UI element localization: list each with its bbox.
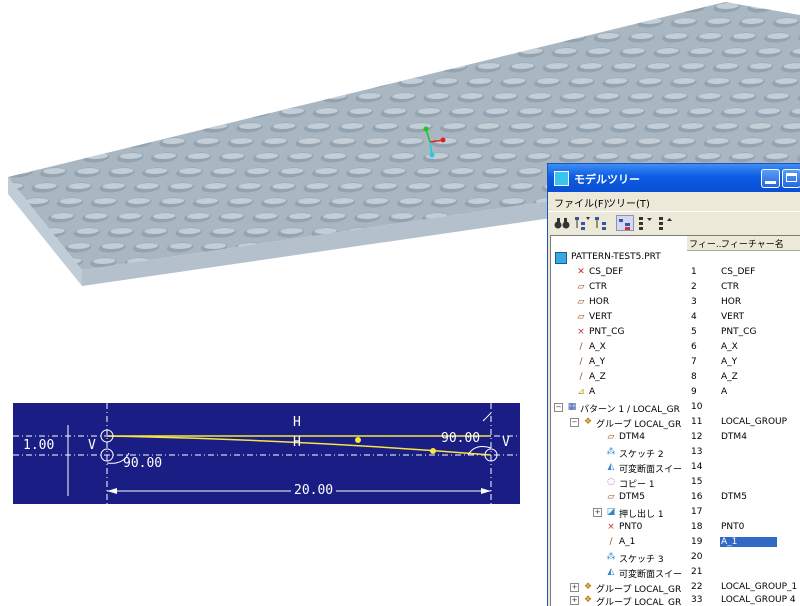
sketch-v-left: V bbox=[88, 438, 96, 453]
tree-row-dtm4[interactable]: ▱ DTM4 12 DTM4 bbox=[551, 430, 800, 445]
sketch-angle-left[interactable]: 90.00 bbox=[123, 457, 162, 471]
sketch-dim-length[interactable]: 20.00 bbox=[291, 484, 337, 498]
sketch-panel[interactable]: 1.00 V 90.00 H H 90.00 V 20.00 bbox=[13, 403, 520, 504]
sketch-icon: ⁂ bbox=[606, 552, 616, 562]
expand-icon[interactable]: + bbox=[570, 583, 579, 592]
tree-row-group-local-gr-4[interactable]: + ❖ グループ LOCAL_GR 33 LOCAL_GROUP 4 bbox=[551, 593, 800, 606]
datum-axis-icon: / bbox=[579, 357, 583, 367]
window-titlebar[interactable]: モデルツリー bbox=[548, 164, 800, 192]
group-icon: ❖ bbox=[583, 417, 593, 427]
collapse-all-icon[interactable] bbox=[656, 215, 674, 231]
menubar: ファイル(F) ツリー(T) bbox=[548, 192, 800, 211]
extrude-icon: ◪ bbox=[606, 507, 616, 517]
tree-row-var-sweep-2[interactable]: ◭ 可変断面スイー 21 bbox=[551, 565, 800, 580]
tree-column-header: フィー... フィーチャー名 bbox=[687, 236, 800, 251]
minimize-icon bbox=[765, 181, 776, 184]
tree-row-a[interactable]: ⊿ A 9 A bbox=[551, 385, 800, 400]
group-icon: ❖ bbox=[583, 595, 593, 605]
datum-plane-icon: ▱ bbox=[577, 312, 585, 322]
coordinate-system-icon: ✕ bbox=[577, 267, 585, 277]
toolbar bbox=[548, 211, 800, 234]
datum-axis-icon: / bbox=[609, 537, 613, 547]
tree-row-pnt-cg[interactable]: × PNT_CG 5 PNT_CG bbox=[551, 325, 800, 340]
tree-row-dtm5[interactable]: ▱ DTM5 16 DTM5 bbox=[551, 490, 800, 505]
tree-row-sketch-3[interactable]: ⁂ スケッチ 3 20 bbox=[551, 550, 800, 565]
datum-plane-icon: ▱ bbox=[577, 282, 585, 292]
datum-axis-icon: / bbox=[579, 342, 583, 352]
expand-icon[interactable]: + bbox=[593, 508, 602, 517]
column-feature-name[interactable]: フィーチャー名 bbox=[721, 237, 784, 250]
model-tree[interactable]: フィー... フィーチャー名 PATTERN-TEST5.PRT ✕ CS_DE… bbox=[550, 235, 800, 606]
tree-columns-icon[interactable] bbox=[593, 215, 611, 231]
datum-point-icon: × bbox=[607, 522, 615, 532]
tree-filter-icon[interactable] bbox=[573, 215, 591, 231]
tree-row-a-z[interactable]: / A_Z 8 A_Z bbox=[551, 370, 800, 385]
datum-plane-icon: ▱ bbox=[577, 297, 585, 307]
binoculars-icon[interactable] bbox=[553, 215, 571, 231]
menu-file[interactable]: ファイル(F) bbox=[554, 195, 608, 210]
tree-row-group-local-gr[interactable]: − ❖ グループ LOCAL_GR 11 LOCAL_GROUP bbox=[551, 415, 800, 430]
window-title: モデルツリー bbox=[574, 173, 640, 186]
tree-row-a-x[interactable]: / A_X 6 A_X bbox=[551, 340, 800, 355]
tree-row-pnt0[interactable]: × PNT0 18 PNT0 bbox=[551, 520, 800, 535]
datum-axis-icon: / bbox=[579, 372, 583, 382]
tree-row-ctr[interactable]: ▱ CTR 2 CTR bbox=[551, 280, 800, 295]
pattern-icon: ▦ bbox=[567, 402, 577, 412]
tree-row-var-sweep-1[interactable]: ◭ 可変断面スイー 14 bbox=[551, 460, 800, 475]
collapse-icon[interactable]: − bbox=[570, 418, 579, 427]
tree-row-cs-def[interactable]: ✕ CS_DEF 1 CS_DEF bbox=[551, 265, 800, 280]
datum-plane-icon: ▱ bbox=[607, 492, 615, 502]
datum-plane-icon: ▱ bbox=[607, 432, 615, 442]
datum-point-icon: × bbox=[577, 327, 585, 337]
maximize-icon bbox=[786, 173, 797, 182]
tree-row-sketch-2[interactable]: ⁂ スケッチ 2 13 bbox=[551, 445, 800, 460]
tree-root[interactable]: PATTERN-TEST5.PRT bbox=[551, 250, 800, 265]
model-tree-window[interactable]: モデルツリー ファイル(F) ツリー(T) フィー... フィーチャー名 PAT… bbox=[547, 163, 800, 606]
app-icon bbox=[554, 171, 569, 186]
sweep-icon: ◭ bbox=[607, 567, 615, 577]
sweep-icon: ◭ bbox=[607, 462, 615, 472]
tree-row-copy-1[interactable]: ◌ コピー 1 15 bbox=[551, 475, 800, 490]
sketch-h-lower: H bbox=[293, 435, 301, 450]
show-tree-icon[interactable] bbox=[616, 215, 634, 231]
tree-row-a-1[interactable]: / A_1 19 A_1 bbox=[551, 535, 800, 550]
analysis-icon: ⊿ bbox=[577, 387, 585, 397]
tree-row-extrude-1[interactable]: + ◪ 押し出し 1 17 bbox=[551, 505, 800, 520]
part-icon bbox=[555, 252, 567, 264]
sketch-icon: ⁂ bbox=[606, 447, 616, 457]
copy-icon: ◌ bbox=[607, 477, 615, 487]
expand-icon[interactable]: + bbox=[570, 596, 579, 605]
sketch-geometry bbox=[13, 403, 520, 504]
tree-row-pattern-1[interactable]: − ▦ パターン 1 / LOCAL_GR 10 bbox=[551, 400, 800, 415]
expand-all-icon[interactable] bbox=[636, 215, 654, 231]
column-number[interactable]: フィー... bbox=[689, 237, 724, 250]
maximize-button[interactable] bbox=[782, 169, 800, 188]
tree-row-vert[interactable]: ▱ VERT 4 VERT bbox=[551, 310, 800, 325]
sketch-dim-height[interactable]: 1.00 bbox=[23, 439, 54, 453]
menu-tree[interactable]: ツリー(T) bbox=[606, 195, 650, 210]
sketch-v-right: V bbox=[502, 435, 510, 450]
tree-row-hor[interactable]: ▱ HOR 3 HOR bbox=[551, 295, 800, 310]
group-icon: ❖ bbox=[583, 582, 593, 592]
sketch-angle-right[interactable]: 90.00 bbox=[441, 432, 480, 446]
sketch-h-upper: H bbox=[293, 415, 301, 430]
minimize-button[interactable] bbox=[761, 169, 780, 188]
tree-row-a-y[interactable]: / A_Y 7 A_Y bbox=[551, 355, 800, 370]
collapse-icon[interactable]: − bbox=[554, 403, 563, 412]
